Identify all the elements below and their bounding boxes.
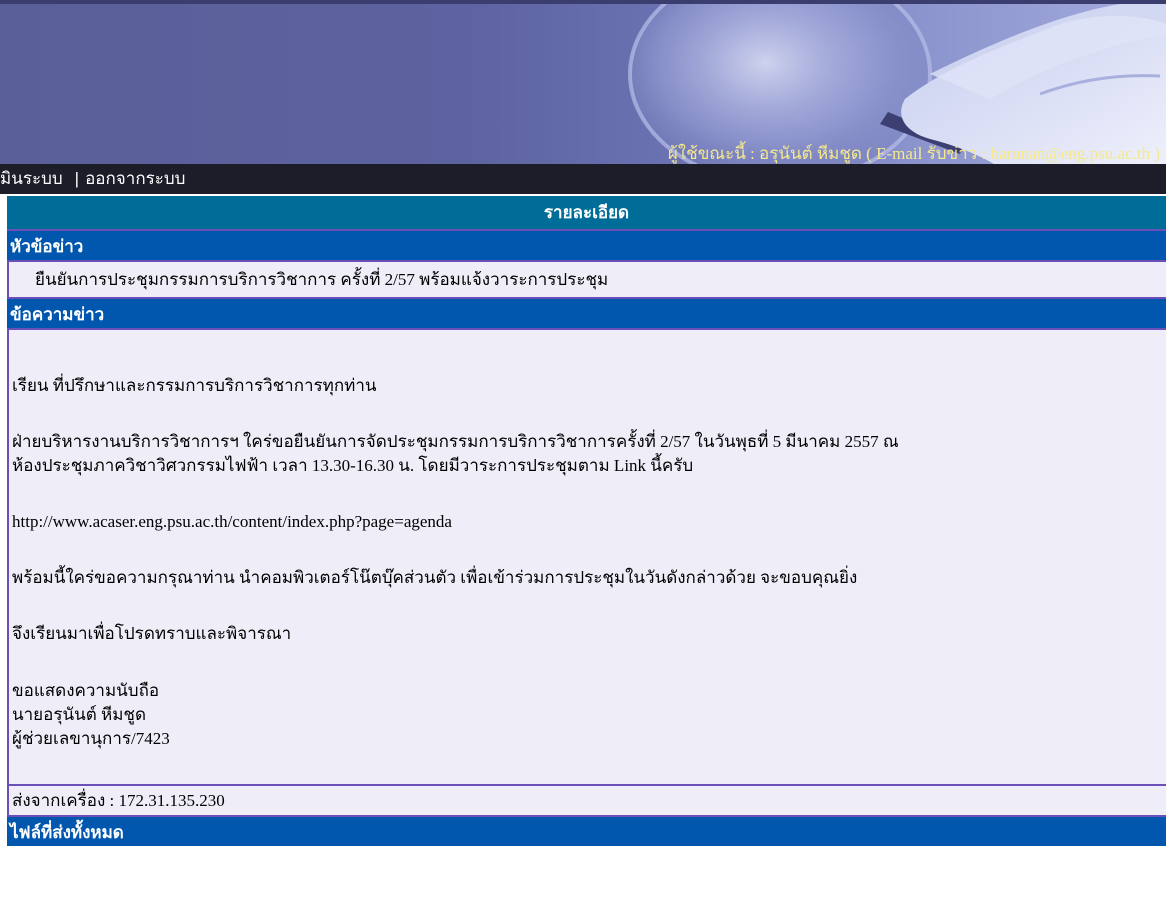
menu-logout-link[interactable]: ออกจากระบบ <box>85 164 185 194</box>
top-menu-bar: มินระบบ | ออกจากระบบ <box>0 164 1166 194</box>
files-header: ไฟล์ที่ส่งทั้งหมด <box>7 815 1166 846</box>
message-greeting: เรียน ที่ปรึกษาและกรรมการบริการวิชาการทุ… <box>12 376 377 395</box>
message-header: ข้อความข่าว <box>7 297 1166 328</box>
current-user-info: ผู้ใช้ขณะนี้ : อรุนันต์ หีมชูด ( E-mail … <box>667 144 1160 163</box>
news-detail-table: รายละเอียด หัวข้อข่าว ยืนยันการประชุมกรร… <box>7 196 1166 846</box>
subject-text: ยืนยันการประชุมกรรมการบริการวิชาการ ครั้… <box>7 260 1166 297</box>
message-signer-position: ผู้ช่วยเลขานุการ/7423 <box>12 729 170 748</box>
message-signer: นายอรุนันต์ หีมชูด <box>12 705 146 724</box>
message-paragraph: จึงเรียนมาเพื่อโปรดทราบและพิจารณา <box>12 624 292 643</box>
menu-separator: | <box>74 169 80 188</box>
subject-header: หัวข้อข่าว <box>7 229 1166 260</box>
message-paragraph-line: ห้องประชุมภาควิชาวิศวกรรมไฟฟ้า เวลา 13.3… <box>12 456 694 475</box>
message-closing: ขอแสดงความนับถือ <box>12 681 160 700</box>
message-body: เรียน ที่ปรึกษาและกรรมการบริการวิชาการทุ… <box>7 328 1166 784</box>
message-paragraph: พร้อมนี้ใคร่ขอความกรุณาท่าน นำคอมพิวเตอร… <box>12 568 858 587</box>
menu-admin-link[interactable]: มินระบบ <box>0 164 63 194</box>
agenda-link[interactable]: http://www.acaser.eng.psu.ac.th/content/… <box>12 510 452 534</box>
header-banner: ผู้ใช้ขณะนี้ : อรุนันต์ หีมชูด ( E-mail … <box>0 0 1166 164</box>
sender-info: ส่งจากเครื่อง : 172.31.135.230 <box>7 784 1166 815</box>
message-paragraph-line: ฝ่ายบริหารงานบริการวิชาการฯ ใคร่ขอยืนยัน… <box>12 432 899 451</box>
detail-title: รายละเอียด <box>7 196 1166 229</box>
page: ผู้ใช้ขณะนี้ : อรุนันต์ หีมชูด ( E-mail … <box>0 0 1166 899</box>
